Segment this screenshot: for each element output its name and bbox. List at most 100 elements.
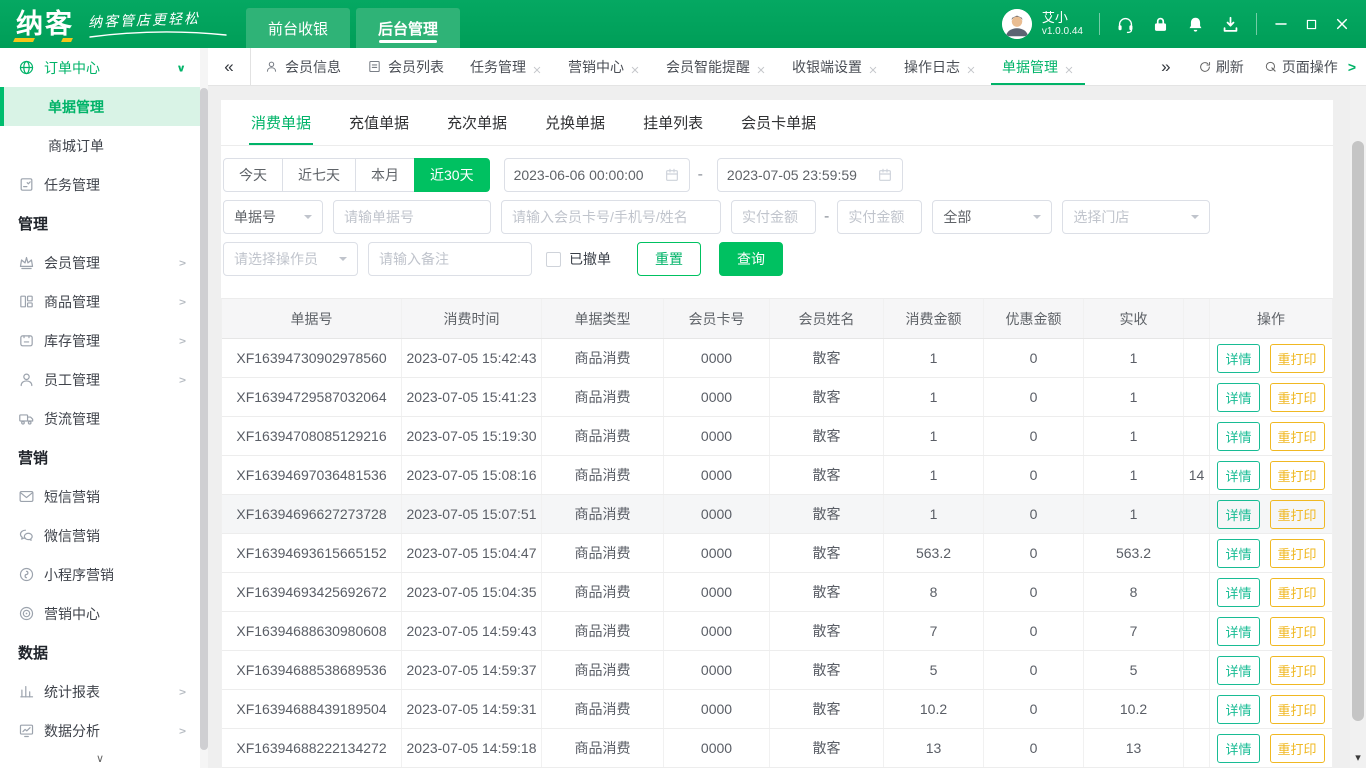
sidebar-item[interactable]: 微信营销 [0,516,200,555]
search-field-select[interactable]: 单据号 [223,200,323,234]
detail-button[interactable]: 详情 [1217,617,1259,646]
store-select[interactable]: 选择门店 [1062,200,1210,234]
detail-button[interactable]: 详情 [1217,344,1259,373]
detail-button[interactable]: 详情 [1217,383,1259,412]
page-tab[interactable]: 会员列表 [354,48,457,85]
close-icon[interactable] [966,62,976,72]
member-search-input[interactable] [501,200,721,234]
date-to-picker[interactable]: 2023-07-05 23:59:59 [717,158,903,192]
page-tab[interactable]: 会员信息 [251,48,354,85]
download-icon[interactable] [1221,15,1240,34]
reprint-button[interactable]: 重打印 [1270,500,1325,529]
detail-button[interactable]: 详情 [1217,578,1259,607]
close-button[interactable] [1334,16,1350,32]
customer-service-icon[interactable] [1116,15,1135,34]
sidebar-more-indicator[interactable]: ∨ [0,752,200,768]
sidebar-item[interactable]: 订单中心 ∨ [0,48,200,87]
sidebar-item[interactable]: 数据分析 > [0,711,200,750]
detail-button[interactable]: 详情 [1217,656,1259,685]
sidebar-item[interactable]: 单据管理 [0,87,200,126]
sidebar-item[interactable]: 员工管理 > [0,360,200,399]
sidebar-item[interactable]: 会员管理 > [0,243,200,282]
sidebar-scrollbar-thumb[interactable] [200,88,208,750]
amount-max-input[interactable] [837,200,922,234]
search-button[interactable]: 查询 [719,242,783,276]
detail-button[interactable]: 详情 [1217,461,1259,490]
reprint-button[interactable]: 重打印 [1270,383,1325,412]
table-row[interactable]: XF16394688439189504 2023-07-05 14:59:31 … [222,690,1332,729]
lock-icon[interactable] [1151,15,1170,34]
close-icon[interactable] [1064,62,1074,72]
sidebar-item[interactable]: 营销中心 [0,594,200,633]
table-row[interactable]: XF16394688222134272 2023-07-05 14:59:18 … [222,729,1332,768]
table-row[interactable]: XF16394693425692672 2023-07-05 15:04:35 … [222,573,1332,612]
page-tab[interactable]: 任务管理 [457,48,555,85]
detail-button[interactable]: 详情 [1217,734,1259,763]
reprint-button[interactable]: 重打印 [1270,734,1325,763]
page-tab[interactable]: 单据管理 [989,48,1087,85]
quick-range-button[interactable]: 本月 [355,158,415,192]
order-type-tab[interactable]: 消费单据 [251,100,311,145]
sidebar-item[interactable]: 管理 [0,204,200,243]
sidebar-item[interactable]: 商品管理 > [0,282,200,321]
order-type-tab[interactable]: 充次单据 [447,100,507,145]
reset-button[interactable]: 重置 [637,242,701,276]
table-row[interactable]: XF16394730902978560 2023-07-05 15:42:43 … [222,339,1332,378]
main-scrollbar-thumb[interactable] [1352,141,1364,721]
table-row[interactable]: XF16394697036481536 2023-07-05 15:08:16 … [222,456,1332,495]
sidebar-item[interactable]: 营销 [0,438,200,477]
order-no-input[interactable] [333,200,491,234]
quick-range-button[interactable]: 近30天 [414,158,490,192]
page-tab[interactable]: 操作日志 [891,48,989,85]
tabs-collapse-left-icon[interactable]: « [208,48,250,85]
reprint-button[interactable]: 重打印 [1270,656,1325,685]
reprint-button[interactable]: 重打印 [1270,578,1325,607]
close-icon[interactable] [868,62,878,72]
detail-button[interactable]: 详情 [1217,422,1259,451]
date-from-picker[interactable]: 2023-06-06 00:00:00 [504,158,690,192]
maximize-button[interactable] [1305,18,1318,31]
quick-range-button[interactable]: 今天 [223,158,283,192]
sidebar-scrollbar[interactable] [200,48,208,768]
table-row[interactable]: XF16394693615665152 2023-07-05 15:04:47 … [222,534,1332,573]
refresh-button[interactable]: 刷新 [1188,57,1254,77]
remark-input[interactable] [368,242,532,276]
page-actions-button[interactable]: 页面操作 [1254,57,1348,77]
order-type-tab[interactable]: 挂单列表 [643,100,703,145]
table-row[interactable]: XF16394688538689536 2023-07-05 14:59:37 … [222,651,1332,690]
detail-button[interactable]: 详情 [1217,500,1259,529]
reprint-button[interactable]: 重打印 [1270,422,1325,451]
user-info[interactable]: 艾小 v1.0.0.44 [1042,10,1083,38]
sidebar-item[interactable]: 库存管理 > [0,321,200,360]
sidebar-item[interactable]: 统计报表 > [0,672,200,711]
notification-icon[interactable] [1186,15,1205,34]
operator-select[interactable]: 请选择操作员 [223,242,358,276]
sidebar-item[interactable]: 任务管理 [0,165,200,204]
page-tab[interactable]: 会员智能提醒 [653,48,779,85]
detail-button[interactable]: 详情 [1217,695,1259,724]
status-select[interactable]: 全部 [932,200,1052,234]
sidebar-item[interactable]: 货流管理 [0,399,200,438]
table-row[interactable]: XF16394688630980608 2023-07-05 14:59:43 … [222,612,1332,651]
sidebar-item[interactable]: 商城订单 [0,126,200,165]
topbar-nav-tab[interactable]: 后台管理 [356,8,460,48]
revoked-checkbox[interactable] [546,252,561,267]
reprint-button[interactable]: 重打印 [1270,617,1325,646]
sidebar-item[interactable]: 小程序营销 [0,555,200,594]
reprint-button[interactable]: 重打印 [1270,344,1325,373]
reprint-button[interactable]: 重打印 [1270,695,1325,724]
close-icon[interactable] [756,62,766,72]
main-scrollbar[interactable]: ▾ [1350,86,1366,768]
order-type-tab[interactable]: 兑换单据 [545,100,605,145]
amount-min-input[interactable] [731,200,816,234]
reprint-button[interactable]: 重打印 [1270,461,1325,490]
detail-button[interactable]: 详情 [1217,539,1259,568]
reprint-button[interactable]: 重打印 [1270,539,1325,568]
table-row[interactable]: XF16394729587032064 2023-07-05 15:41:23 … [222,378,1332,417]
topbar-nav-tab[interactable]: 前台收银 [246,8,350,48]
avatar[interactable] [1002,9,1032,39]
table-row[interactable]: XF16394708085129216 2023-07-05 15:19:30 … [222,417,1332,456]
page-tab[interactable]: 营销中心 [555,48,653,85]
tabs-collapse-right-icon[interactable]: » [1145,57,1187,77]
sidebar-item[interactable]: 数据 [0,633,200,672]
